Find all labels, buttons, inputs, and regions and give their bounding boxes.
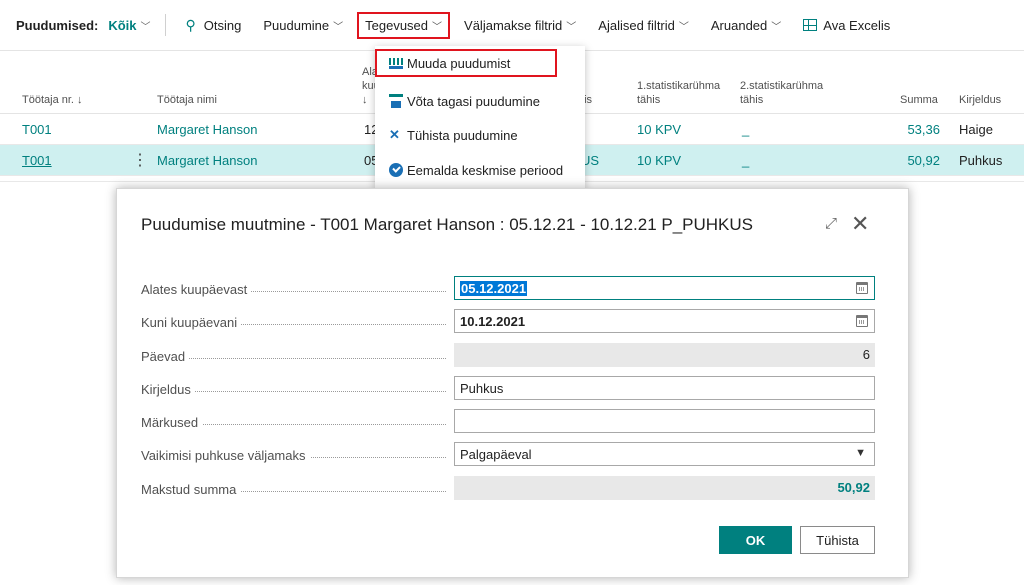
days-value: 6 <box>454 343 875 367</box>
from-date-input[interactable]: 05.12.2021 <box>454 276 875 300</box>
cell-employee-name[interactable]: Margaret Hanson <box>157 122 257 137</box>
cell-employee-name[interactable]: Margaret Hanson <box>157 153 257 168</box>
close-icon[interactable]: ✕ <box>851 211 869 237</box>
notes-input[interactable] <box>454 409 875 433</box>
from-date-label: Alates kuupäevast <box>141 282 446 297</box>
cell-sum: 53,36 <box>907 122 940 137</box>
tegevused-dropdown-menu: Muuda puudumist Võta tagasi puudumine ✕ … <box>375 46 585 188</box>
ok-button[interactable]: OK <box>719 526 792 554</box>
dialog-title: Puudumise muutmine - T001 Margaret Hanso… <box>141 215 754 234</box>
open-in-excel-button[interactable]: Ava Excelis <box>803 18 890 33</box>
remove-period-icon <box>389 163 403 177</box>
calendar-icon[interactable] <box>856 282 868 294</box>
col-employee-name[interactable]: Töötaja nimi <box>157 93 217 107</box>
cell-description: Haige <box>959 122 993 137</box>
col-stat-group-1[interactable]: 1.statistikarühma tähis <box>637 79 720 107</box>
menu-item-eemalda-keskmise-periood[interactable]: Eemalda keskmise periood <box>375 153 585 187</box>
col-employee-no[interactable]: Töötaja nr. ↓ <box>22 93 83 107</box>
edit-absence-dialog: Puudumise muutmine - T001 Margaret Hanso… <box>116 188 909 578</box>
cell-description: Puhkus <box>959 153 1003 168</box>
calendar-icon[interactable] <box>856 315 868 327</box>
payout-label: Vaikimisi puhkuse väljamaks <box>141 448 446 463</box>
col-stat-group-2[interactable]: 2.statistikarühma tähis <box>740 79 823 107</box>
chevron-down-icon: ﹀ <box>432 21 443 33</box>
menu-item-tuhista-puudumine[interactable]: ✕ Tühista puudumine <box>375 118 585 152</box>
to-date-label: Kuni kuupäevani <box>141 315 446 330</box>
page-title: Puudumised: <box>16 17 99 33</box>
notes-label: Märkused <box>141 415 446 430</box>
search-icon: ⚲ <box>185 16 196 33</box>
chevron-down-icon: ﹀ <box>333 21 344 33</box>
days-label: Päevad <box>141 349 446 364</box>
cancel-button[interactable]: Tühista <box>800 526 875 554</box>
search-button[interactable]: ⚲ Otsing <box>186 17 242 34</box>
chevron-down-icon: ▼ <box>855 447 866 459</box>
menu-item-muuda-puudumist[interactable]: Muuda puudumist <box>375 49 557 77</box>
action-bar: Puudumised: Kõik ﹀ ⚲ Otsing Puudumine ﹀ T… <box>0 0 1024 50</box>
chevron-down-icon: ﹀ <box>566 21 577 33</box>
divider <box>164 14 166 36</box>
row-actions-icon[interactable]: ⋮ <box>132 150 148 170</box>
cell-sum: 50,92 <box>907 153 940 168</box>
col-description[interactable]: Kirjeldus <box>959 93 1001 107</box>
menu-tegevused[interactable]: Tegevused ﹀ <box>357 11 451 39</box>
cell-stat-group-2: _ <box>742 153 750 168</box>
menu-puudumine[interactable]: Puudumine ﹀ <box>263 18 343 33</box>
view-filter[interactable]: Kõik <box>108 18 136 33</box>
cell-employee-no[interactable]: T001 <box>22 122 52 137</box>
cell-stat-group-2: _ <box>742 122 750 137</box>
to-date-input[interactable]: 10.12.2021 <box>454 309 875 333</box>
payout-select[interactable]: Palgapäeval ▼ <box>454 442 875 466</box>
chevron-down-icon: ﹀ <box>678 21 689 33</box>
cell-employee-no[interactable]: T001 <box>22 153 52 168</box>
cancel-x-icon: ✕ <box>389 127 400 142</box>
edit-absence-icon <box>389 56 403 70</box>
menu-aruanded[interactable]: Aruanded ﹀ <box>711 18 781 33</box>
revert-icon <box>389 94 403 108</box>
chevron-down-icon[interactable]: ﹀ <box>141 18 151 33</box>
cell-stat-group-1: 10 KPV <box>637 153 682 168</box>
menu-valjamakse-filtrid[interactable]: Väljamakse filtrid ﹀ <box>464 18 576 33</box>
menu-ajalised-filtrid[interactable]: Ajalised filtrid ﹀ <box>598 18 689 33</box>
cell-stat-group-1: 10 KPV <box>637 122 682 137</box>
expand-icon[interactable]: ⤢ <box>825 215 837 232</box>
description-label: Kirjeldus <box>141 382 446 397</box>
excel-icon <box>803 19 818 31</box>
menu-item-vota-tagasi-puudumine[interactable]: Võta tagasi puudumine <box>375 84 585 118</box>
description-input[interactable]: Puhkus <box>454 376 875 400</box>
col-sum[interactable]: Summa <box>900 93 938 107</box>
paid-sum-label: Makstud summa <box>141 482 446 497</box>
chevron-down-icon: ﹀ <box>771 21 782 33</box>
paid-sum-value: 50,92 <box>454 476 875 500</box>
